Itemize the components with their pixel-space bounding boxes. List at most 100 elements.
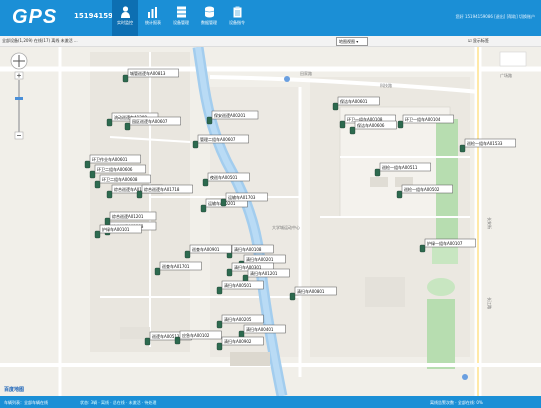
vehicle-label: 护绿一组车A00107 xyxy=(427,240,463,246)
vehicle-icon[interactable] xyxy=(94,230,101,239)
road-label: 科技路 xyxy=(380,82,392,88)
tab-label: 统计报表 xyxy=(145,20,161,25)
vehicle-icon[interactable] xyxy=(202,178,209,187)
tab-data-management[interactable]: 数据管理 xyxy=(196,0,222,36)
vehicle-label: 清扫车A00401 xyxy=(246,326,274,332)
vehicle-label: 管理二组车A00607 xyxy=(200,136,236,142)
vehicle-label: 综合巡逻车A01718 xyxy=(144,186,180,192)
vehicle-label: 园区巡逻车A00607 xyxy=(132,118,168,124)
vehicle-label: 保洁车A00606 xyxy=(357,122,385,128)
vehicle-icon[interactable] xyxy=(332,102,339,111)
server-icon xyxy=(176,6,186,18)
vehicle-icon[interactable] xyxy=(396,190,403,199)
vehicle-icon[interactable] xyxy=(459,144,466,153)
database-icon xyxy=(204,6,214,18)
vehicle-icon[interactable] xyxy=(174,336,181,345)
vehicle-label: 环卫二组车A00606 xyxy=(97,166,133,172)
vehicle-label: 环卫作业车A00601 xyxy=(92,156,128,162)
vehicle-label: 综合巡逻A01201 xyxy=(112,213,144,219)
person-icon xyxy=(120,6,130,18)
show-label-checkbox[interactable]: ☑ 显示标签 xyxy=(468,38,489,44)
road-label: 长安街 xyxy=(487,217,493,229)
vehicle-label: 护绿车A00101 xyxy=(102,226,130,232)
tab-label: 设备指令 xyxy=(229,20,245,25)
vehicle-label: 巡查车A00901 xyxy=(192,246,220,252)
vehicle-label: 夜巡车A00501 xyxy=(210,174,238,180)
vehicle-icon[interactable] xyxy=(192,140,199,149)
bar-chart-icon xyxy=(148,7,157,18)
status-middle: 状态: 3辆 · 离线 · 总在线 · 未激活 · 待处理 xyxy=(80,400,157,405)
vehicle-icon[interactable] xyxy=(349,126,356,135)
vehicle-icon[interactable] xyxy=(89,170,96,179)
user-links[interactable]: 您好 15194159086 [退出] [帮助] 切换账户 xyxy=(456,14,535,20)
view-select[interactable]: 地图视图 ▾ xyxy=(336,37,368,46)
vehicle-label: 环卫一组车A00104 xyxy=(405,116,441,122)
road-label: 长江路 xyxy=(487,297,493,309)
status-right: 离线告警次数 · 全部在线: 0% xyxy=(430,400,483,405)
status-left[interactable]: 车辆列表：全部车辆在线 xyxy=(4,400,48,406)
vehicle-icon[interactable] xyxy=(106,190,113,199)
vehicle-label: 清扫车A01201 xyxy=(250,270,278,276)
vehicle-label: 巡查车A01701 xyxy=(162,263,190,269)
map-provider-logo: 百度地图 xyxy=(4,387,25,393)
vehicle-label: 保洁车A00601 xyxy=(340,98,368,104)
vehicle-label: 巡检一组车A01533 xyxy=(467,140,503,146)
vehicle-icon[interactable] xyxy=(216,320,223,329)
vehicle-icon[interactable] xyxy=(122,74,129,83)
vehicle-label: 巡检一组车A00511 xyxy=(382,164,418,170)
vehicle-icon[interactable] xyxy=(84,160,91,169)
vehicle-icon[interactable] xyxy=(339,120,346,129)
vehicle-icon[interactable] xyxy=(397,120,404,129)
vehicle-icon[interactable] xyxy=(216,342,223,351)
vehicle-icon[interactable] xyxy=(226,268,233,277)
vehicle-label: 运输车A01703 xyxy=(228,194,256,200)
checkbox-label: 显示标签 xyxy=(472,38,489,43)
breadcrumb[interactable]: 全部设备(1,209) 在线(17) 离线 未激活 ... xyxy=(2,38,78,44)
top-navigation-bar: GPS 15194159086 实时监控 统计报表 设备管理 数据管理 设备指令… xyxy=(0,0,541,36)
vehicle-icon[interactable] xyxy=(374,168,381,177)
vehicle-icon[interactable] xyxy=(136,190,143,199)
vehicle-label: 城管巡逻车A00813 xyxy=(130,70,166,76)
vehicle-icon[interactable] xyxy=(220,198,227,207)
tab-label: 数据管理 xyxy=(201,20,217,25)
view-select-value: 地图视图 xyxy=(339,39,355,44)
vehicle-icon[interactable] xyxy=(200,204,207,213)
map-canvas[interactable]: 田家路 科技路 长安街 长江路 广场路 大学城运动中心 城管巡逻车A00813流… xyxy=(0,47,541,396)
road-label: 广场路 xyxy=(500,72,512,78)
vehicle-label: 环卫二组车A00608 xyxy=(102,176,138,182)
road-label: 田家路 xyxy=(300,70,312,76)
vehicle-icon[interactable] xyxy=(144,337,151,346)
tab-label: 设备管理 xyxy=(173,20,189,25)
vehicle-label: 巡检一组车A00502 xyxy=(404,186,440,192)
map-layer: 田家路 科技路 长安街 长江路 广场路 大学城运动中心 城管巡逻车A00813流… xyxy=(0,47,541,396)
zoom-slider[interactable] xyxy=(10,52,30,142)
vehicle-icon[interactable] xyxy=(94,180,101,189)
vehicle-label: 清扫车A00501 xyxy=(224,282,252,288)
vehicle-label: 清扫车A00205 xyxy=(224,316,252,322)
vehicle-icon[interactable] xyxy=(216,286,223,295)
vehicle-label: 保安巡逻A00201 xyxy=(214,112,246,118)
vehicle-label: 清扫车A00801 xyxy=(297,288,325,294)
vehicle-label: 应急车A00102 xyxy=(182,332,210,338)
tab-realtime-monitor[interactable]: 实时监控 xyxy=(112,0,138,36)
vehicle-icon[interactable] xyxy=(184,250,191,259)
tab-device-management[interactable]: 设备管理 xyxy=(168,0,194,36)
campus-label: 大学城运动中心 xyxy=(272,224,300,230)
sub-toolbar: 全部设备(1,209) 在线(17) 离线 未激活 ... 地图视图 ▾ ☑ 显… xyxy=(0,36,541,47)
vehicle-label: 清扫车A00108 xyxy=(234,246,262,252)
vehicle-icon[interactable] xyxy=(206,116,213,125)
status-bar: 车辆列表：全部车辆在线 状态: 3辆 · 离线 · 总在线 · 未激活 · 待处… xyxy=(0,396,541,408)
vehicle-label: 清扫车A00201 xyxy=(246,256,274,262)
tab-statistics[interactable]: 统计报表 xyxy=(140,0,166,36)
vehicle-icon[interactable] xyxy=(104,217,111,226)
vehicle-icon[interactable] xyxy=(106,118,113,127)
tab-device-commands[interactable]: 设备指令 xyxy=(224,0,250,36)
vehicle-icon[interactable] xyxy=(154,267,161,276)
tab-label: 实时监控 xyxy=(117,20,133,25)
vehicle-icon[interactable] xyxy=(289,292,296,301)
app-logo: GPS xyxy=(12,6,58,28)
vehicle-icon[interactable] xyxy=(124,122,131,131)
vehicle-label: 清扫车A00902 xyxy=(224,338,252,344)
vehicle-icon[interactable] xyxy=(419,244,426,253)
zoom-control[interactable] xyxy=(10,52,30,144)
